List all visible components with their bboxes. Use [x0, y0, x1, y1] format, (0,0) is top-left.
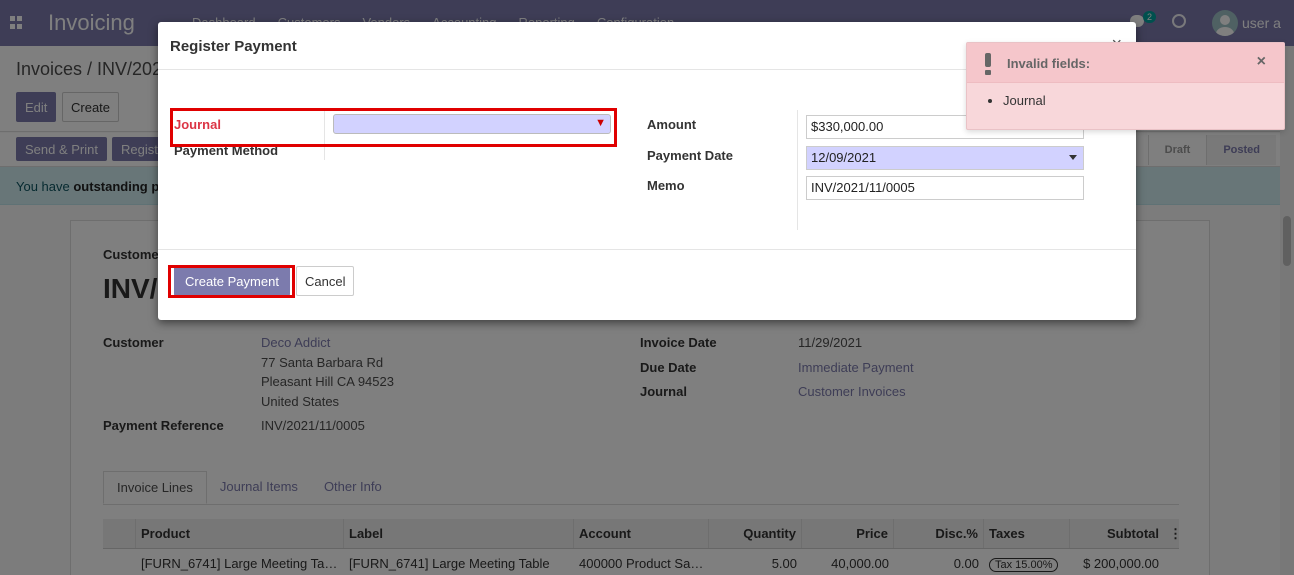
invalid-fields-list: Journal — [1003, 93, 1046, 108]
caret-down-icon — [1069, 155, 1077, 160]
invalid-fields-notification: Invalid fields: × Journal — [966, 42, 1285, 130]
notification-title: Invalid fields: — [1007, 56, 1091, 71]
notification-header: Invalid fields: × — [967, 43, 1284, 83]
memo-label: Memo — [647, 178, 685, 193]
create-payment-highlight-box — [168, 265, 295, 298]
list-item: Journal — [1003, 93, 1046, 108]
right-column-divider — [797, 110, 798, 230]
exclamation-icon — [985, 53, 991, 75]
notification-close-icon[interactable]: × — [1257, 53, 1266, 71]
amount-label: Amount — [647, 117, 697, 132]
payment-date-value: 12/09/2021 — [811, 150, 877, 165]
journal-highlight-box — [170, 108, 617, 147]
memo-input[interactable]: INV/2021/11/0005 — [806, 176, 1084, 200]
payment-date-input[interactable]: 12/09/2021 — [806, 146, 1084, 170]
cancel-button[interactable]: Cancel — [296, 266, 355, 296]
payment-date-label: Payment Date — [647, 148, 733, 163]
